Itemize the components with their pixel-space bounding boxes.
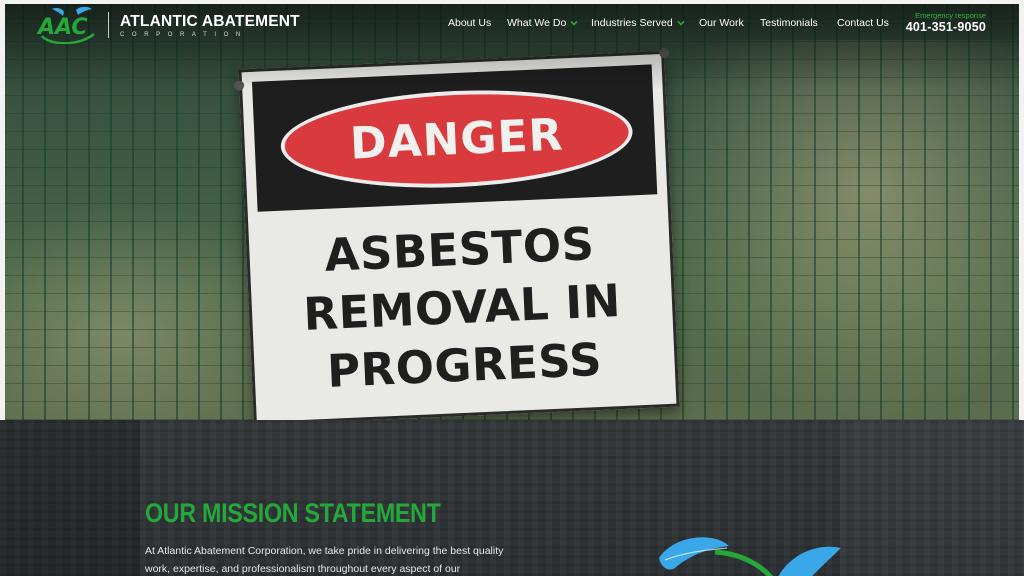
sign-header: DANGER bbox=[348, 108, 565, 170]
nav-label: About Us bbox=[448, 17, 492, 29]
nav-about-us[interactable]: About Us bbox=[448, 16, 507, 30]
danger-oval: DANGER bbox=[278, 83, 635, 195]
mission-section: OUR MISSION STATEMENT At Atlantic Abatem… bbox=[0, 420, 1024, 576]
nav-label: Contact Us bbox=[837, 17, 889, 29]
aac-leaf-logo-icon[interactable]: AAC bbox=[36, 6, 100, 45]
chevron-down-icon bbox=[570, 20, 578, 26]
nav-label: What We Do bbox=[507, 17, 567, 29]
emergency-phone-link[interactable]: 401-351-9050 bbox=[906, 20, 986, 34]
sign-line-3: PROGRESS bbox=[326, 332, 604, 398]
nav-contact-us[interactable]: Contact Us bbox=[837, 16, 897, 30]
hero-banner: DANGER ASBESTOS REMOVAL IN PROGRESS bbox=[0, 0, 1024, 420]
page: DANGER ASBESTOS REMOVAL IN PROGRESS AAC bbox=[0, 0, 1024, 576]
brand-subtitle: CORPORATION bbox=[120, 32, 248, 38]
mission-text: At Atlantic Abatement Corporation, we ta… bbox=[145, 545, 504, 575]
nav-industries-served[interactable]: Industries Served bbox=[591, 16, 699, 30]
danger-sign: DANGER ASBESTOS REMOVAL IN PROGRESS bbox=[233, 47, 680, 420]
nav-our-work[interactable]: Our Work bbox=[699, 16, 760, 30]
emergency-label: Emergency response bbox=[915, 11, 986, 20]
mission-title: OUR MISSION STATEMENT bbox=[145, 498, 441, 528]
logo-text: AAC bbox=[36, 15, 88, 40]
sign-body: ASBESTOS REMOVAL IN PROGRESS bbox=[258, 204, 666, 411]
nav-label: Testimonials bbox=[760, 17, 818, 29]
nav-testimonials[interactable]: Testimonials bbox=[760, 16, 837, 30]
logo-divider bbox=[108, 12, 109, 38]
brand-name[interactable]: ATLANTIC ABATEMENT bbox=[120, 13, 300, 31]
chevron-down-icon bbox=[677, 20, 685, 26]
leaf-graphic-icon bbox=[659, 537, 841, 576]
nav-label: Our Work bbox=[699, 17, 744, 29]
site-header: AAC ATLANTIC ABATEMENT CORPORATION About… bbox=[0, 0, 1024, 46]
nav-label: Industries Served bbox=[591, 17, 673, 29]
nav-what-we-do[interactable]: What We Do bbox=[507, 16, 591, 30]
main-nav: About Us What We Do Industries Served Ou… bbox=[448, 16, 897, 30]
